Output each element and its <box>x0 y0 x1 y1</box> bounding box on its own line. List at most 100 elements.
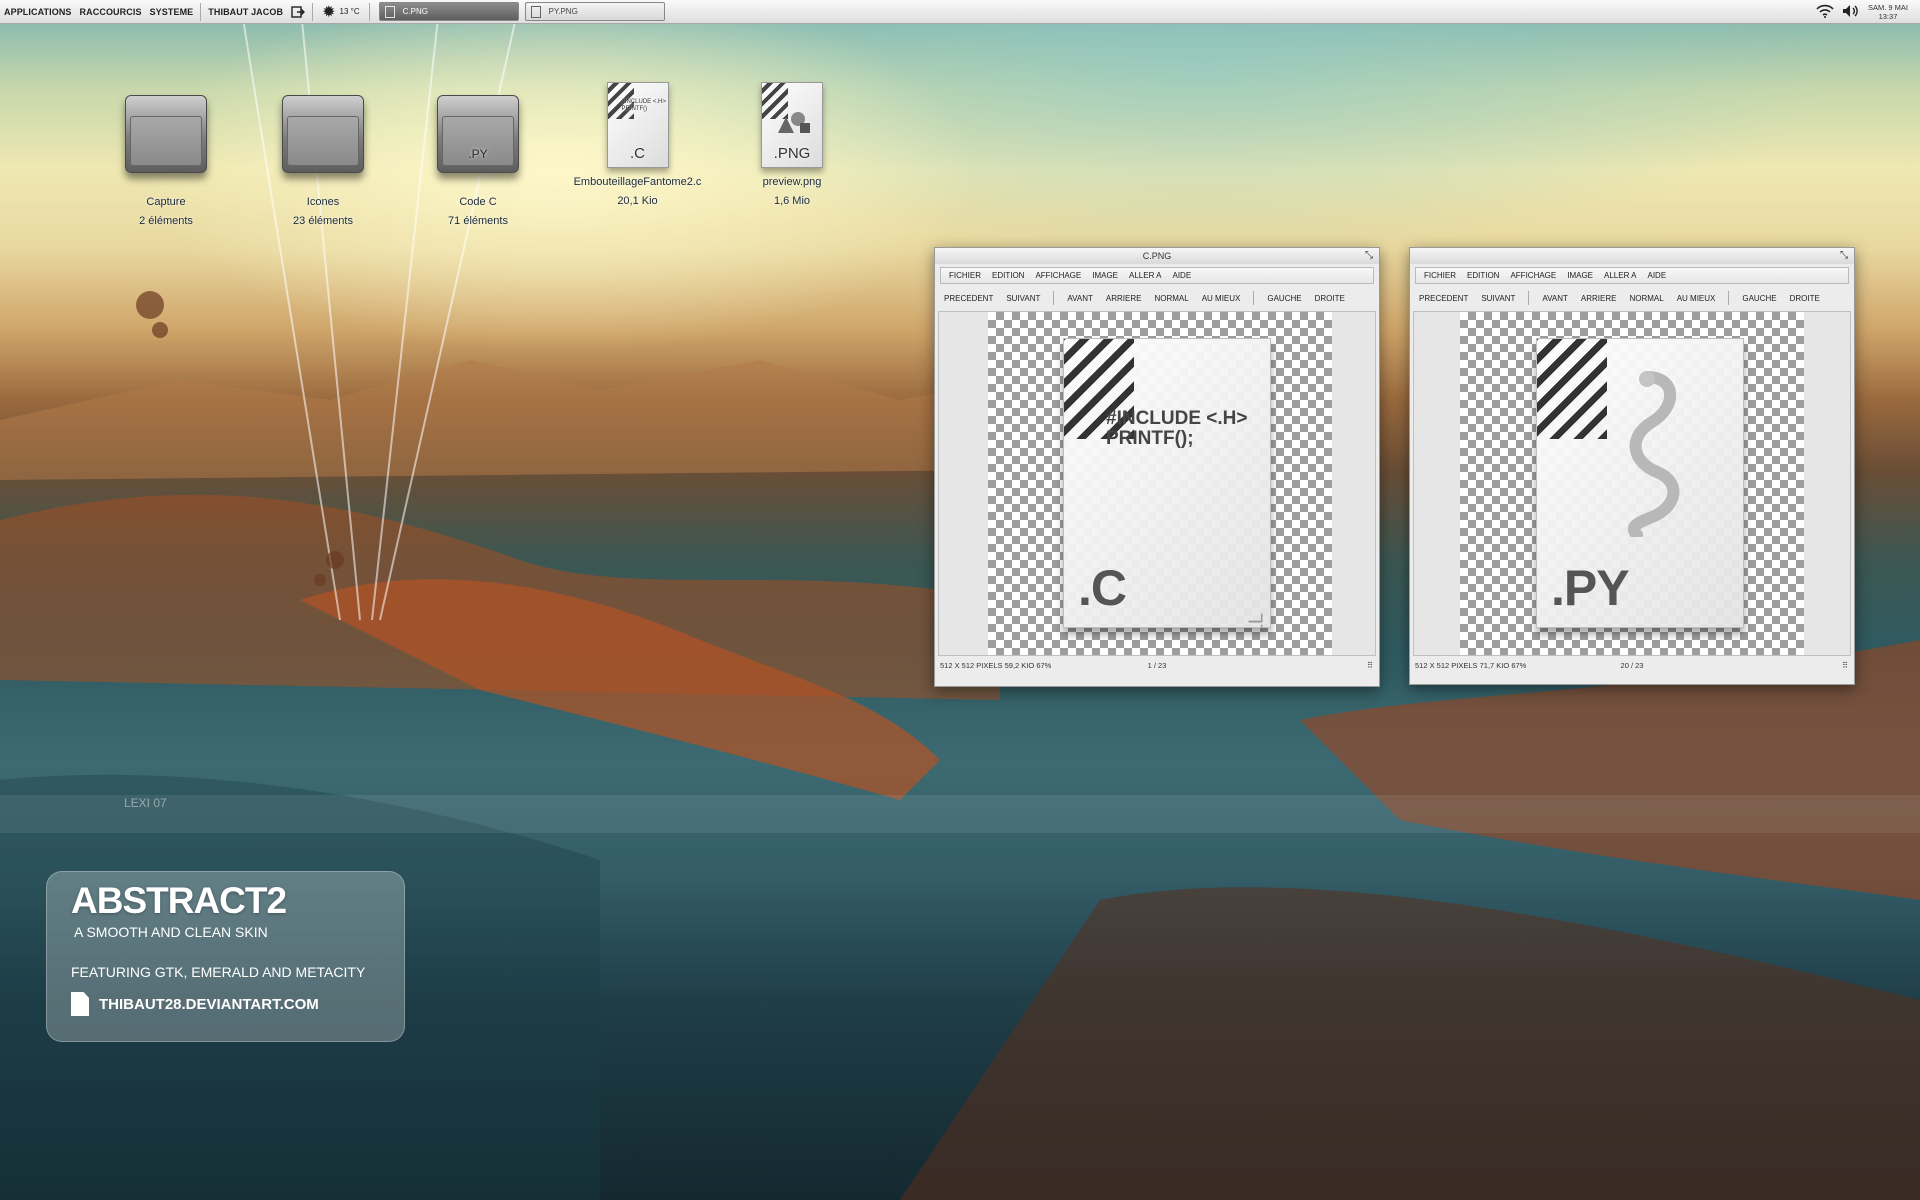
zoom-in-button[interactable]: AVANT <box>1067 294 1092 303</box>
weather-applet[interactable]: ✹ 13 °C <box>316 2 366 22</box>
window-title: C.PNG <box>1142 251 1172 261</box>
previous-button[interactable]: PRECEDENT <box>944 294 993 303</box>
card-title: ABSTRACT2 <box>71 880 287 921</box>
menu-image[interactable]: IMAGE <box>1567 271 1593 280</box>
image-viewer-window-c: C.PNG ⤡ FICHIER EDITION AFFICHAGE IMAGE … <box>934 247 1380 687</box>
page-icon <box>71 992 89 1016</box>
previous-button[interactable]: PRECEDENT <box>1419 294 1468 303</box>
logout-icon[interactable] <box>287 2 309 22</box>
panel-separator <box>200 2 202 21</box>
resize-grip-icon[interactable]: ⠿ <box>1367 661 1373 670</box>
toolbar-separator <box>1728 291 1730 305</box>
zoom-in-button[interactable]: AVANT <box>1542 294 1567 303</box>
link-text: THIBAUT28.DEVIANTART.COM <box>99 995 319 1013</box>
top-panel: APPLICATIONS RACCOURCIS SYSTEME THIBAUT … <box>0 0 1920 24</box>
python-snake-icon <box>1627 371 1680 537</box>
temperature: 13 °C <box>339 7 360 16</box>
vertical-flags-text: GCC -W -WALL <box>1245 613 1268 627</box>
image-file-icon <box>530 5 541 18</box>
window-titlebar[interactable]: C.PNG ⤡ <box>935 248 1379 264</box>
applications-menu[interactable]: APPLICATIONS <box>0 2 76 22</box>
sun-icon: ✹ <box>322 3 336 21</box>
lexi-brand-mark: LEXI 07 <box>124 796 167 810</box>
desktop-icon-icones[interactable]: Icones 23 éléments <box>248 95 398 231</box>
image-viewer-window-py: ⤡ FICHIER EDITION AFFICHAGE IMAGE ALLER … <box>1409 247 1855 685</box>
menu-aller-a[interactable]: ALLER A <box>1129 271 1161 280</box>
toolbar: PRECEDENT SUIVANT AVANT ARRIERE NORMAL A… <box>935 287 1379 309</box>
menu-fichier[interactable]: FICHIER <box>1424 271 1456 280</box>
code-snippet: #INCLUDE <.H> PRINTF() <box>621 99 666 112</box>
menu-edition[interactable]: EDITION <box>992 271 1024 280</box>
status-page: 1 / 23 <box>1147 660 1167 670</box>
rotate-right-button[interactable]: DROITE <box>1790 294 1820 303</box>
icon-label: preview.png <box>762 176 822 188</box>
rotate-right-button[interactable]: DROITE <box>1315 294 1345 303</box>
image-ext: .C <box>1078 560 1127 616</box>
menu-bar: FICHIER EDITION AFFICHAGE IMAGE ALLER A … <box>1415 267 1849 284</box>
normal-size-button[interactable]: NORMAL <box>1629 294 1663 303</box>
user-switcher[interactable]: THIBAUT JACOB <box>204 2 287 22</box>
window-titlebar[interactable]: ⤡ <box>1410 248 1854 264</box>
close-icon[interactable]: ⤡ <box>1365 248 1373 264</box>
folder-icon <box>125 95 207 173</box>
desktop-icon-c-file[interactable]: #INCLUDE <.H> PRINTF() .C EmbouteillageF… <box>560 82 715 211</box>
menu-affichage[interactable]: AFFICHAGE <box>1510 271 1556 280</box>
toolbar-separator <box>1253 291 1255 305</box>
desktop-icon-capture[interactable]: Capture 2 éléments <box>91 95 241 231</box>
toolbar-separator <box>1053 291 1055 305</box>
icon-label: Capture <box>146 196 186 208</box>
rotate-left-button[interactable]: GAUCHE <box>1267 294 1301 303</box>
menu-affichage[interactable]: AFFICHAGE <box>1035 271 1081 280</box>
desktop-icon-preview[interactable]: .PNG preview.png 1,6 Mio <box>717 82 867 211</box>
deviantart-link[interactable]: THIBAUT28.DEVIANTART.COM <box>71 992 319 1016</box>
png-image-file-icon: .PNG <box>761 82 823 168</box>
shortcuts-menu[interactable]: RACCOURCIS <box>76 2 146 22</box>
card-features: FEATURING GTK, EMERALD AND METACITY <box>71 964 366 980</box>
image-viewport[interactable]: #INCLUDE <.H> PRINTF(); GCC -W -WALL .C <box>938 311 1376 656</box>
close-icon[interactable]: ⤡ <box>1840 248 1848 264</box>
best-fit-button[interactable]: AU MIEUX <box>1677 294 1716 303</box>
icon-info: 23 éléments <box>293 215 353 227</box>
desktop-icon-code-c[interactable]: .PY Code C 71 éléments <box>403 95 553 231</box>
rotate-left-button[interactable]: GAUCHE <box>1742 294 1776 303</box>
volume-icon[interactable] <box>1842 4 1860 20</box>
stripes-decoration <box>1537 339 1607 439</box>
icon-label: Code C <box>459 196 497 208</box>
icon-info: 20,1 Kio <box>617 195 658 207</box>
menu-image[interactable]: IMAGE <box>1092 271 1118 280</box>
task-label: C.PNG <box>402 7 428 16</box>
taskbar-button-py-png[interactable]: PY.PNG <box>524 2 665 21</box>
system-tray: SAM. 9 MAI 13:37 <box>1816 0 1908 24</box>
system-menu[interactable]: SYSTEME <box>146 2 198 22</box>
code-line: PRINTF(); <box>1106 428 1194 449</box>
zoom-out-button[interactable]: ARRIERE <box>1581 294 1617 303</box>
wifi-icon[interactable] <box>1816 4 1834 20</box>
menu-bar: FICHIER EDITION AFFICHAGE IMAGE ALLER A … <box>940 267 1374 284</box>
image-ext: .PY <box>1551 560 1630 616</box>
folder-icon <box>282 95 364 173</box>
resize-grip-icon[interactable]: ⠿ <box>1842 661 1848 670</box>
card-subtitle: A SMOOTH AND CLEAN SKIN <box>74 924 268 940</box>
menu-edition[interactable]: EDITION <box>1467 271 1499 280</box>
icon-label: Icones <box>306 196 340 208</box>
image-viewport[interactable]: .PY <box>1413 311 1851 656</box>
next-button[interactable]: SUIVANT <box>1006 294 1040 303</box>
toolbar: PRECEDENT SUIVANT AVANT ARRIERE NORMAL A… <box>1410 287 1854 309</box>
menu-aller-a[interactable]: ALLER A <box>1604 271 1636 280</box>
normal-size-button[interactable]: NORMAL <box>1154 294 1188 303</box>
menu-aide[interactable]: AIDE <box>1172 271 1191 280</box>
best-fit-button[interactable]: AU MIEUX <box>1202 294 1241 303</box>
folder-icon: .PY <box>437 95 519 173</box>
taskbar-button-c-png[interactable]: C.PNG <box>378 2 519 21</box>
clock-time: 13:37 <box>1878 12 1898 21</box>
c-source-file-icon: #INCLUDE <.H> PRINTF() .C <box>606 82 669 168</box>
panel-separator <box>312 2 314 21</box>
status-page: 20 / 23 <box>1620 660 1644 670</box>
c-file-image: #INCLUDE <.H> PRINTF(); GCC -W -WALL .C <box>1063 338 1271 628</box>
menu-fichier[interactable]: FICHIER <box>949 271 981 280</box>
clock[interactable]: SAM. 9 MAI 13:37 <box>1868 3 1908 21</box>
task-label: PY.PNG <box>548 7 578 16</box>
next-button[interactable]: SUIVANT <box>1481 294 1515 303</box>
zoom-out-button[interactable]: ARRIERE <box>1106 294 1142 303</box>
menu-aide[interactable]: AIDE <box>1647 271 1666 280</box>
